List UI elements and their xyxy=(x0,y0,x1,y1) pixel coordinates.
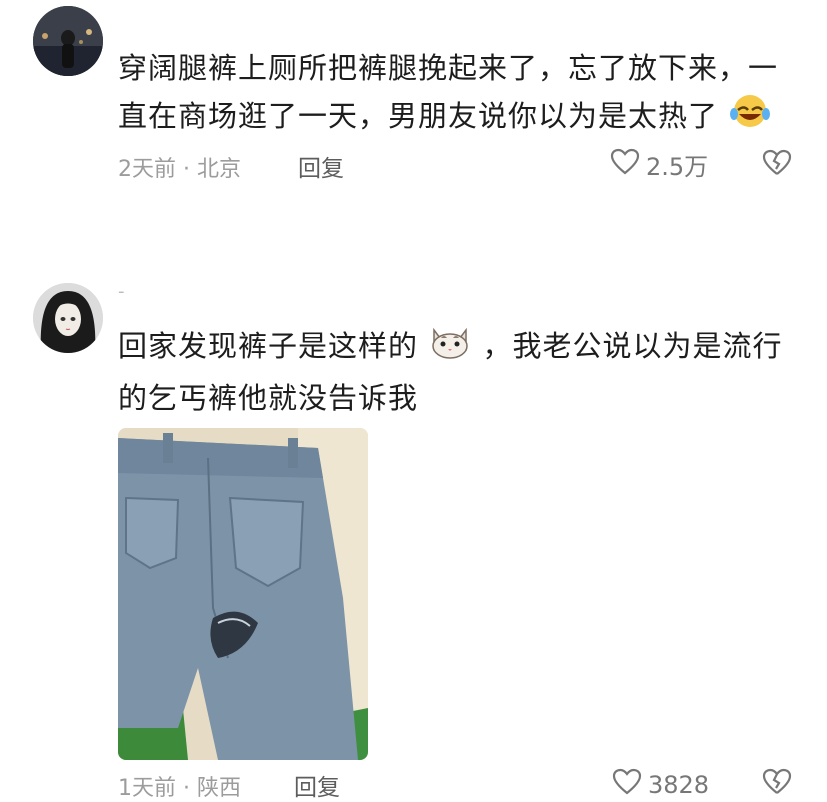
time-location: 2天前 · 北京 xyxy=(118,157,241,182)
time-location: 1天前 · 陕西 xyxy=(118,776,241,801)
broken-heart-icon[interactable] xyxy=(762,768,792,800)
like-count: 2.5万 xyxy=(646,153,709,181)
comment-text-line: 直在商场逛了一天，男朋友说你以为是太热了 xyxy=(118,92,808,144)
heart-icon xyxy=(610,148,640,182)
like-button[interactable]: 3828 xyxy=(612,768,709,802)
reply-button[interactable]: 回复 xyxy=(294,768,340,802)
cat-face-emoji-icon xyxy=(428,322,472,374)
heart-icon xyxy=(612,768,642,802)
rolling-laughing-emoji-icon xyxy=(728,92,772,144)
avatar[interactable] xyxy=(33,6,103,76)
comment-text-line: 的乞丐裤他就没告诉我 xyxy=(118,381,419,415)
broken-heart-icon[interactable] xyxy=(762,149,792,181)
separator: - xyxy=(118,281,125,302)
like-button[interactable]: 2.5万 xyxy=(610,147,708,182)
reply-button[interactable]: 回复 xyxy=(298,149,344,183)
torn-jeans-photo[interactable] xyxy=(118,428,368,760)
comment-text: 穿阔腿裤上厕所把裤腿挽起来了，忘了放下来，一 直在商场逛了一天，男朋友说你以为是… xyxy=(118,44,808,144)
comment-text: 回家发现裤子是这样的 ，我老公说以为是流行 的乞丐裤他就没告诉我 xyxy=(118,322,808,422)
comment-text-line: 穿阔腿裤上厕所把裤腿挽起来了，忘了放下来，一 xyxy=(118,51,779,85)
avatar[interactable] xyxy=(33,283,103,353)
comment-text-line: 回家发现裤子是这样的 ，我老公说以为是流行 xyxy=(118,322,808,374)
